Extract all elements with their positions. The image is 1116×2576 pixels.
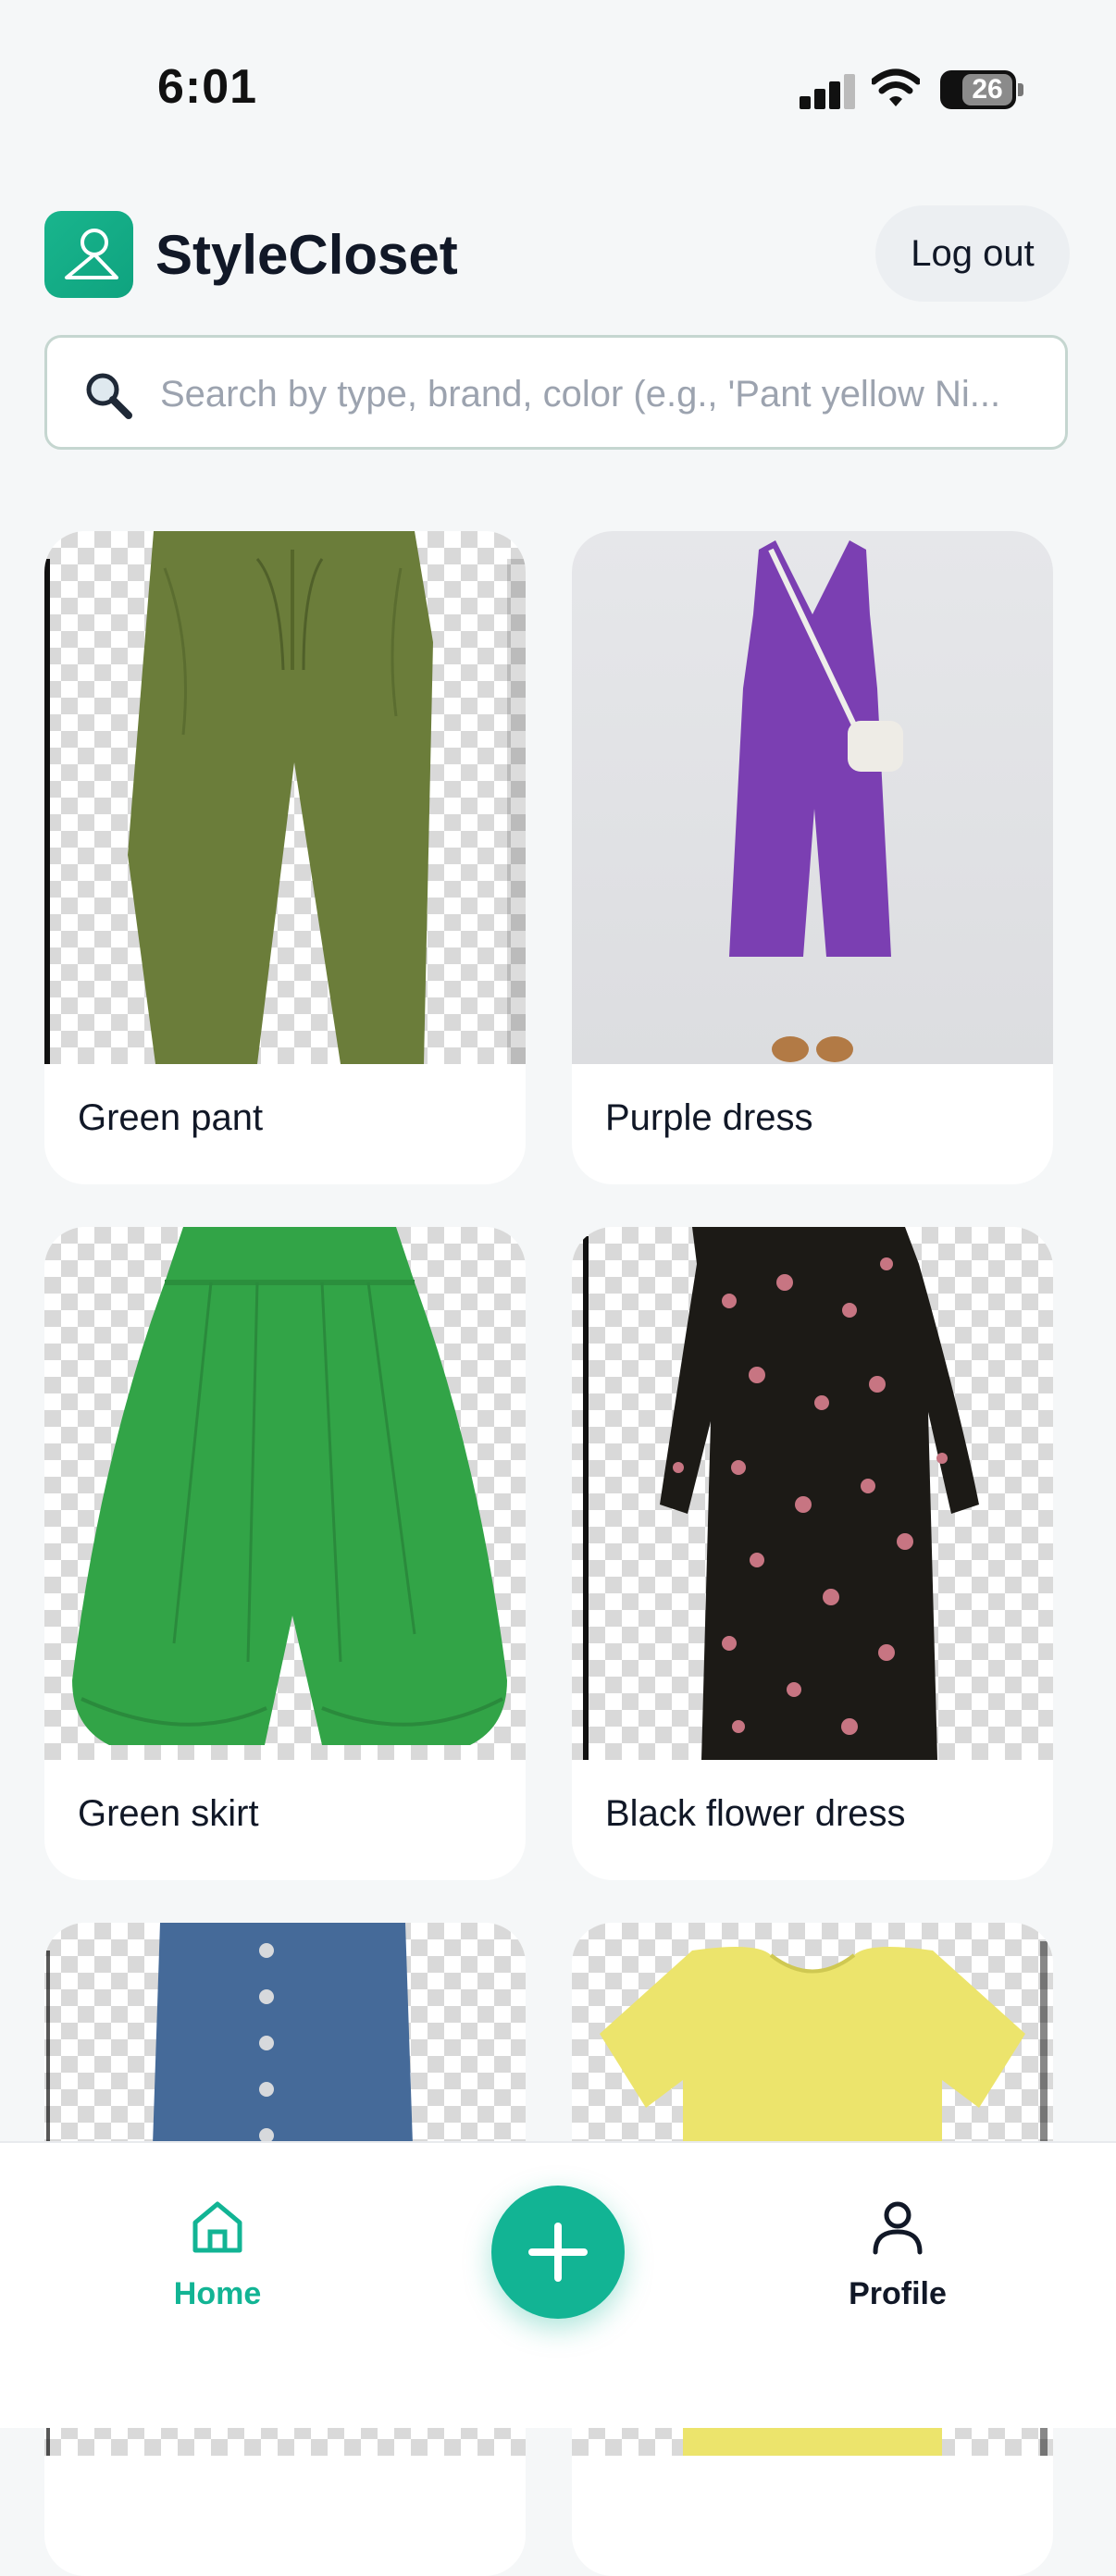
search-icon — [86, 373, 132, 419]
app-logo — [44, 211, 133, 298]
item-image — [572, 1227, 1053, 1760]
add-item-button[interactable] — [491, 2186, 625, 2319]
battery-icon: 26 — [940, 70, 1023, 109]
item-label: Black flower dress — [605, 1793, 906, 1834]
nav-home-label: Home — [173, 2276, 262, 2311]
status-time: 6:01 — [157, 60, 258, 114]
item-label: Green skirt — [78, 1793, 259, 1834]
hanger-user-logo-icon — [65, 229, 118, 279]
clothing-card[interactable]: Green skirt — [44, 1227, 526, 1880]
item-image — [572, 531, 1053, 1064]
nav-profile-label: Profile — [849, 2276, 947, 2311]
clothing-card[interactable]: Green pant — [44, 531, 526, 1184]
clothing-card[interactable]: Black flower dress — [572, 1227, 1053, 1880]
wifi-icon — [872, 68, 920, 106]
nav-profile[interactable]: Profile — [824, 2193, 972, 2313]
search-input[interactable] — [158, 358, 1050, 430]
item-image — [44, 531, 526, 1064]
profile-icon — [873, 2201, 923, 2255]
home-icon — [192, 2201, 242, 2253]
item-label: Purple dress — [605, 1097, 813, 1138]
battery-level: 26 — [962, 74, 1012, 105]
item-image — [44, 1227, 526, 1760]
search-bar[interactable] — [44, 335, 1068, 450]
plus-icon — [528, 2223, 588, 2282]
item-label: Green pant — [78, 1097, 264, 1138]
cell-signal-icon — [800, 74, 855, 109]
nav-home[interactable]: Home — [148, 2193, 287, 2313]
app-title: StyleCloset — [155, 224, 458, 286]
clothing-card[interactable]: Purple dress — [572, 531, 1053, 1184]
logout-button[interactable]: Log out — [875, 205, 1070, 302]
